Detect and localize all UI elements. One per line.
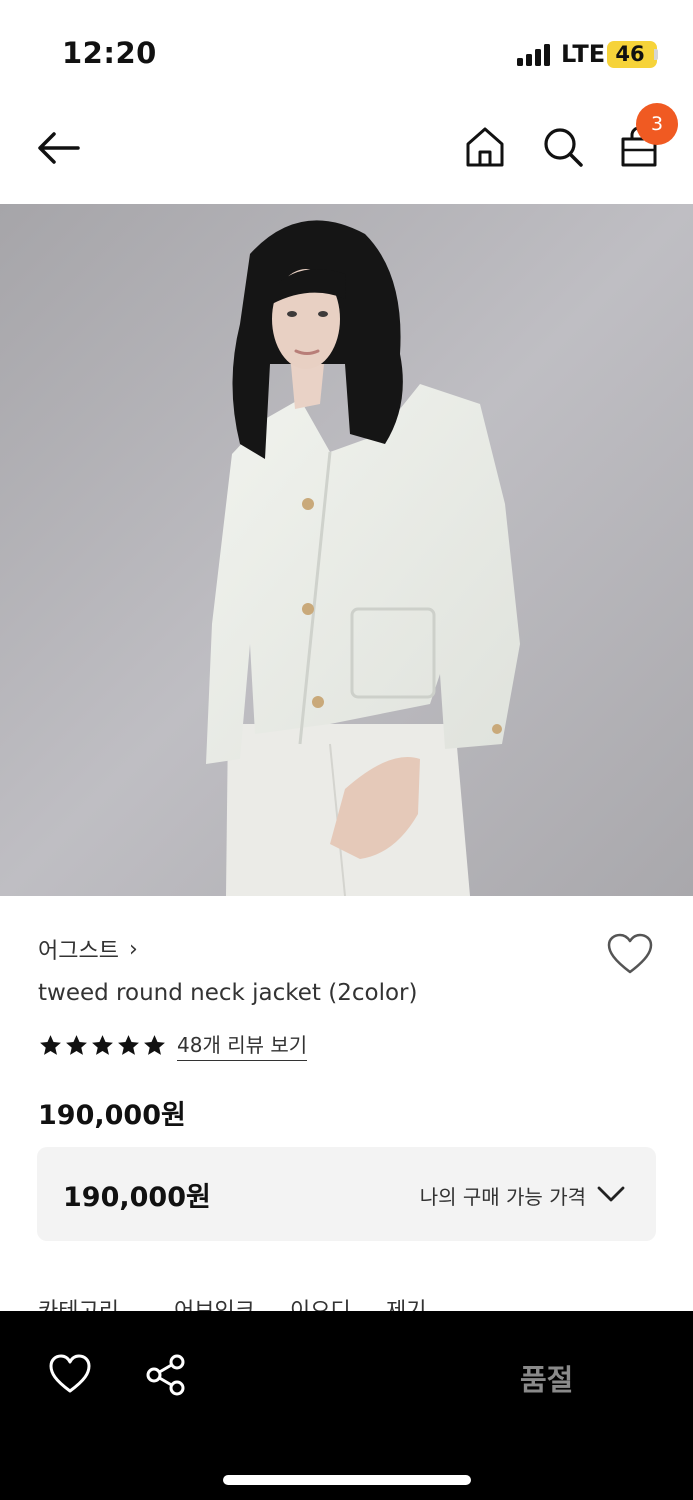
heart-icon[interactable] bbox=[606, 932, 654, 976]
tab-2[interactable]: 어브인크 bbox=[174, 1297, 255, 1311]
star-icon bbox=[118, 1034, 139, 1055]
purchasable-price-value: 190,000원 bbox=[63, 1182, 211, 1213]
star-icon bbox=[40, 1034, 61, 1055]
tab-category[interactable]: 카테고리 bbox=[38, 1297, 119, 1311]
star-icon bbox=[92, 1034, 113, 1055]
top-nav: 3 bbox=[0, 100, 693, 204]
home-icon[interactable] bbox=[462, 124, 508, 170]
tab-3[interactable]: 이으디 bbox=[290, 1297, 351, 1311]
cart-count-badge: 3 bbox=[636, 103, 678, 145]
rating-row: 48개 리뷰 보기 bbox=[38, 1029, 308, 1061]
arrow-left-icon[interactable] bbox=[34, 126, 84, 170]
tab-4[interactable]: 제기 bbox=[386, 1297, 426, 1311]
share-icon[interactable] bbox=[144, 1353, 188, 1397]
chevron-right-icon: › bbox=[128, 936, 138, 962]
status-time: 12:20 bbox=[62, 36, 157, 70]
signal-icon bbox=[517, 44, 555, 66]
bottom-action-bar: 품절 bbox=[0, 1311, 693, 1500]
star-icon bbox=[66, 1034, 87, 1055]
sold-out-label: 품절 bbox=[520, 1363, 574, 1397]
battery-level: 46 bbox=[615, 42, 645, 66]
home-indicator bbox=[223, 1475, 471, 1485]
purchasable-price-dropdown[interactable]: 190,000원 나의 구매 가능 가격 bbox=[37, 1147, 656, 1241]
product-price: 190,000원 bbox=[38, 1100, 186, 1131]
status-bar: 12:20 LTE 46 bbox=[0, 0, 693, 100]
star-icon bbox=[144, 1034, 165, 1055]
search-icon[interactable] bbox=[540, 124, 586, 170]
network-type: LTE bbox=[561, 40, 606, 68]
heart-icon[interactable] bbox=[48, 1353, 92, 1395]
detail-tabs: 카테고리 어브인크 이으디 제기 bbox=[38, 1297, 658, 1311]
product-name: tweed round neck jacket (2color) bbox=[38, 980, 418, 1006]
rating-stars bbox=[38, 1033, 167, 1058]
product-image bbox=[0, 204, 693, 896]
brand-name: 어그스트 bbox=[38, 939, 119, 964]
battery-icon: 46 bbox=[607, 41, 658, 68]
review-link[interactable]: 48개 리뷰 보기 bbox=[177, 1029, 308, 1061]
chevron-down-icon bbox=[597, 1186, 625, 1202]
purchasable-price-label: 나의 구매 가능 가격 bbox=[419, 1185, 586, 1209]
brand-link[interactable]: 어그스트 › bbox=[38, 934, 138, 965]
